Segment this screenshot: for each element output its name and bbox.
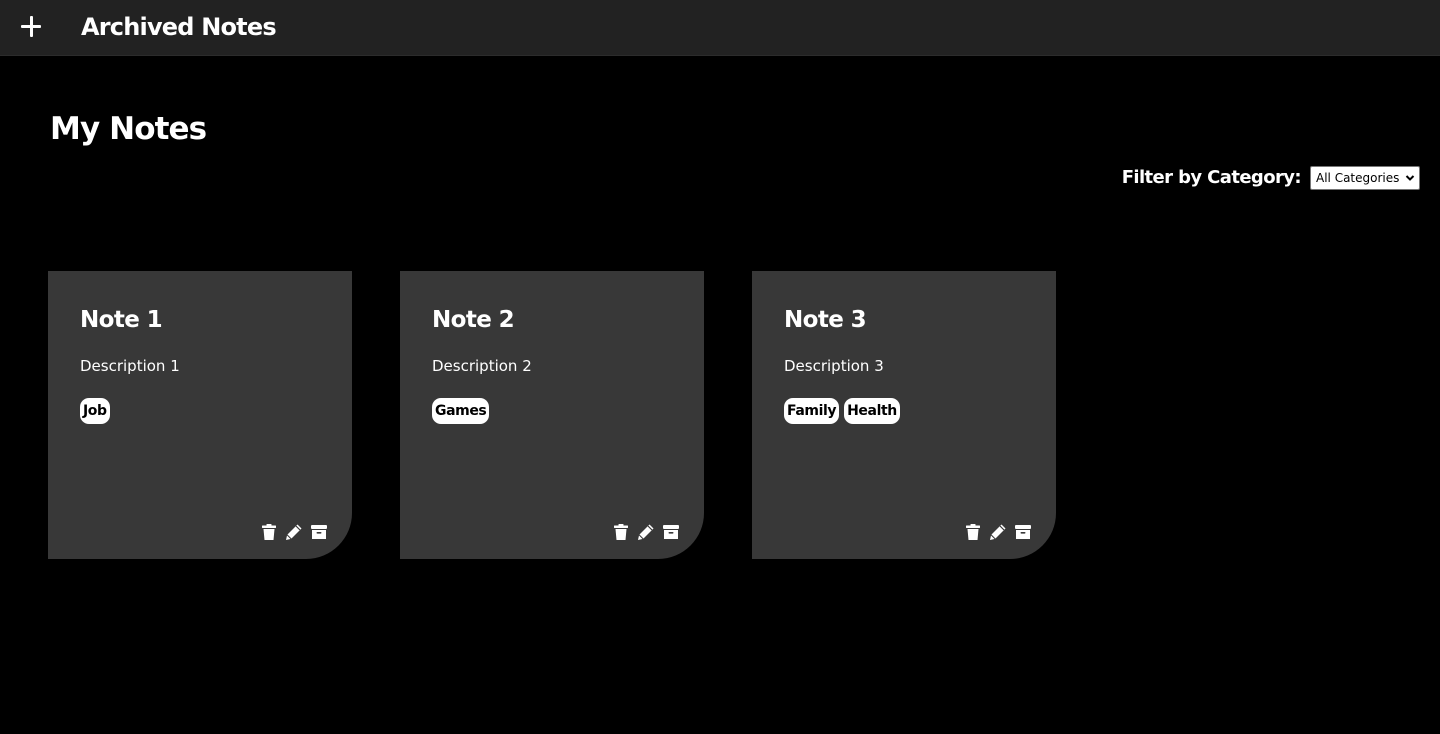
archive-icon[interactable] (662, 523, 680, 541)
trash-icon[interactable] (612, 523, 630, 541)
note-title: Note 3 (784, 307, 867, 333)
note-actions (260, 523, 328, 541)
archive-icon[interactable] (310, 523, 328, 541)
archive-icon[interactable] (1014, 523, 1032, 541)
filter-label: Filter by Category: (1121, 167, 1302, 188)
pencil-icon[interactable] (285, 523, 303, 541)
pencil-icon[interactable] (637, 523, 655, 541)
category-tag: Health (844, 398, 900, 424)
note-actions (964, 523, 1032, 541)
note-description: Description 3 (784, 357, 884, 375)
note-actions (612, 523, 680, 541)
archived-notes-link[interactable]: Archived Notes (81, 12, 277, 42)
page-title: My Notes (50, 111, 207, 147)
add-note-button[interactable] (16, 11, 46, 43)
note-tags: Family Health (784, 398, 900, 424)
category-tag: Games (432, 398, 490, 424)
note-card: Note 2 Description 2 Games (400, 271, 704, 559)
note-tags: Job (80, 398, 110, 424)
note-title: Note 1 (80, 307, 163, 333)
note-card: Note 1 Description 1 Job (48, 271, 352, 559)
category-tag: Job (80, 398, 110, 424)
category-tag: Family (784, 398, 840, 424)
note-card: Note 3 Description 3 Family Health (752, 271, 1056, 559)
note-description: Description 2 (432, 357, 532, 375)
note-title: Note 2 (432, 307, 515, 333)
note-description: Description 1 (80, 357, 180, 375)
trash-icon[interactable] (964, 523, 982, 541)
trash-icon[interactable] (260, 523, 278, 541)
top-bar: Archived Notes (0, 0, 1440, 56)
chevron-down-icon (1405, 175, 1415, 181)
note-tags: Games (432, 398, 490, 424)
pencil-icon[interactable] (989, 523, 1007, 541)
category-filter-select[interactable]: All Categories (1310, 166, 1420, 190)
category-filter-value: All Categories (1316, 171, 1400, 185)
